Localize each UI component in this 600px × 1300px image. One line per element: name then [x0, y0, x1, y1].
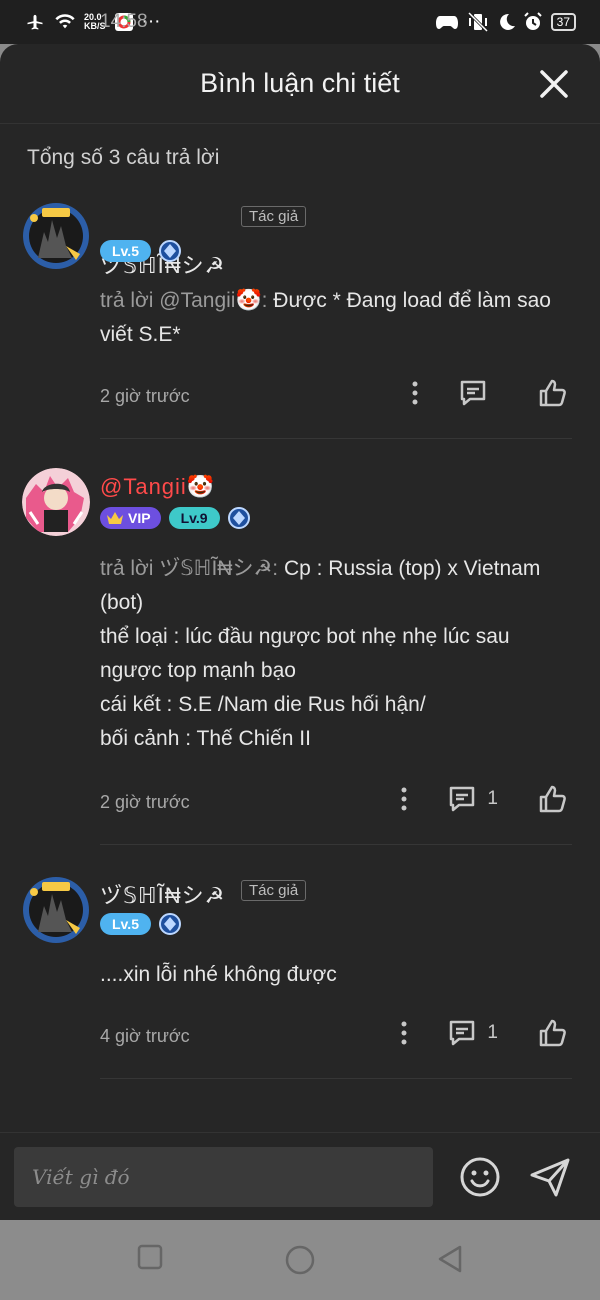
- status-bar: 14:58 20.0 KB/S ··· 37: [0, 0, 600, 44]
- close-icon[interactable]: [538, 68, 570, 100]
- game-mode-icon: [435, 16, 458, 29]
- divider: [100, 844, 572, 845]
- level-badge: Lv.5: [100, 240, 151, 262]
- wifi-icon: [55, 14, 75, 29]
- more-options-button[interactable]: [401, 787, 407, 811]
- timestamp: 2 giờ trước: [100, 386, 190, 406]
- user-badges: VIP Lv.9: [100, 507, 250, 529]
- vertical-dots-icon: [401, 787, 407, 811]
- page-title: Bình luận chi tiết: [200, 68, 400, 98]
- vibrate-off-icon: [467, 12, 488, 32]
- avatar[interactable]: [22, 876, 90, 944]
- user-badges: Lv.5: [100, 913, 181, 935]
- medal-icon: [227, 507, 250, 529]
- reply-to-label: trả lời @Tangii🤡:: [100, 289, 268, 312]
- alarm-icon: [523, 12, 542, 30]
- reply-button[interactable]: [458, 378, 498, 408]
- reply-count-summary: Tổng số 3 câu trả lời: [27, 146, 220, 169]
- like-button[interactable]: [538, 378, 568, 408]
- reply-button[interactable]: 1: [447, 784, 498, 814]
- comment-actions: 1: [361, 1018, 568, 1048]
- back-icon[interactable]: [436, 1244, 464, 1274]
- comment-input[interactable]: [14, 1147, 433, 1207]
- username[interactable]: @Tangii🤡: [100, 474, 215, 500]
- avatar[interactable]: [22, 202, 90, 270]
- timestamp: 2 giờ trước: [100, 792, 190, 812]
- author-badge: Tác giả: [241, 880, 307, 901]
- clock: 14:58: [100, 11, 148, 32]
- user-badges: Lv.5: [100, 240, 181, 262]
- more-options-button[interactable]: [401, 1021, 407, 1045]
- vertical-dots-icon: [401, 1021, 407, 1045]
- comment-text: trả lời ヅ𝕊ℍĨ₦シ☭: Cp : Russia (top) x Vie…: [100, 557, 541, 750]
- comment-text: ....xin lỗi nhé không được: [100, 963, 337, 986]
- recent-apps-icon[interactable]: [137, 1244, 163, 1270]
- avatar[interactable]: [22, 468, 90, 536]
- reply-count: 1: [487, 1022, 498, 1043]
- comment-input-bar: [0, 1132, 600, 1220]
- comment-bubble-icon: [450, 1020, 475, 1046]
- do-not-disturb-moon-icon: [499, 13, 515, 30]
- system-navigation-bar: [0, 1220, 600, 1300]
- level-badge: Lv.5: [100, 913, 151, 935]
- username[interactable]: ヅ𝕊ℍĨ₦シ☭: [100, 878, 225, 910]
- vertical-dots-icon: [412, 381, 418, 405]
- comment-actions: 1: [361, 784, 568, 814]
- medal-icon: [158, 240, 181, 262]
- comment-text: trả lời @Tangii🤡: Được * Đang load để là…: [100, 289, 551, 346]
- thumbs-up-icon: [539, 1019, 566, 1047]
- more-options-button[interactable]: [412, 381, 418, 405]
- reply-to-label: trả lời ヅ𝕊ℍĨ₦シ☭:: [100, 557, 279, 580]
- timestamp: 4 giờ trước: [100, 1026, 190, 1046]
- thumbs-up-icon: [539, 785, 566, 813]
- comment-detail-sheet: Bình luận chi tiết Tổng số 3 câu trả lời…: [0, 44, 600, 1220]
- send-icon[interactable]: [528, 1155, 572, 1199]
- airplane-mode-icon: [27, 14, 43, 30]
- sheet-header: Bình luận chi tiết: [0, 44, 600, 124]
- vip-badge: VIP: [100, 507, 161, 529]
- emoji-icon[interactable]: [458, 1155, 502, 1199]
- level-badge: Lv.9: [168, 507, 220, 529]
- battery-level: 37: [550, 13, 576, 31]
- crown-icon: [107, 512, 123, 524]
- comment-actions: [372, 378, 568, 408]
- divider: [100, 1078, 572, 1079]
- author-badge: Tác giả: [241, 206, 307, 227]
- reply-count: 1: [487, 788, 498, 809]
- comment-bubble-icon: [450, 786, 475, 812]
- reply-button[interactable]: 1: [447, 1018, 498, 1048]
- medal-icon: [158, 913, 181, 935]
- divider: [100, 438, 572, 439]
- home-icon[interactable]: [284, 1244, 316, 1276]
- like-button[interactable]: [538, 1018, 568, 1048]
- comment-bubble-icon: [460, 380, 486, 406]
- thumbs-up-icon: [539, 379, 566, 407]
- like-button[interactable]: [538, 784, 568, 814]
